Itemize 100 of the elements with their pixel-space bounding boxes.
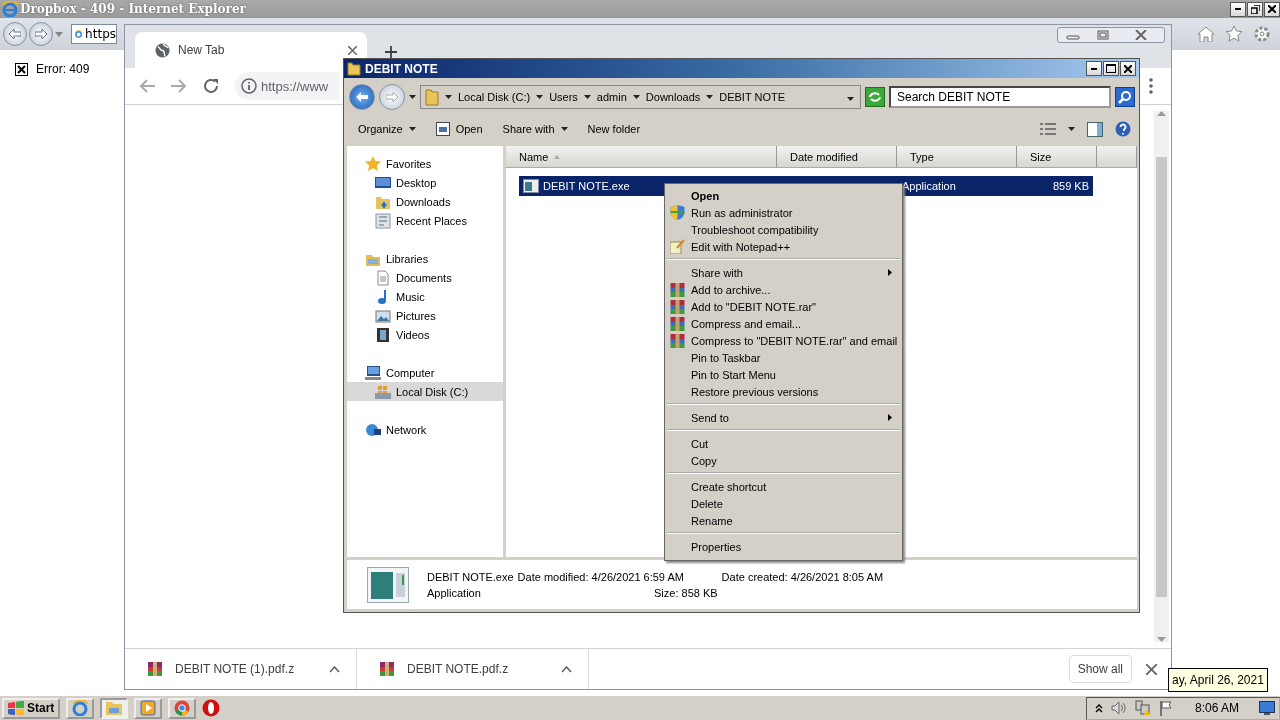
maximize-button[interactable] [1103,61,1119,76]
search-button[interactable] [1115,87,1135,107]
nav-item[interactable]: Desktop [347,173,503,192]
toolbar-button[interactable]: Open [435,122,483,136]
menu-item[interactable]: Copy [667,452,900,469]
minimize-button[interactable] [1230,1,1246,17]
restore-button[interactable] [1247,1,1263,17]
menu-icon[interactable] [1149,78,1153,94]
close-button[interactable] [1264,1,1280,17]
address-bar[interactable]: Local Disk (C:) Users admin Downloads DEBIT NOTE [420,85,861,109]
nav-item[interactable]: Favorites [347,154,503,173]
folder-icon [106,701,123,715]
globe-icon [155,42,170,58]
breadcrumb-item[interactable]: Users [549,91,578,103]
scroll-down-icon[interactable] [1157,637,1166,642]
breadcrumb-item[interactable]: admin [596,91,627,103]
close-icon[interactable] [348,45,357,55]
browser-taskbar-button[interactable] [168,697,197,719]
new-tab-icon[interactable] [385,46,397,58]
created-date: Date created: 4/26/2021 8:05 AM [721,570,884,583]
breadcrumb-item[interactable]: Local Disk (C:) [458,91,531,103]
dropdown-arrow-icon[interactable] [55,31,63,37]
show-all-button[interactable]: Show all [1068,655,1132,683]
browser-taskbar-button[interactable] [66,697,95,719]
menu-item[interactable]: Create shortcut [667,478,900,495]
menu-item[interactable]: Rename [667,512,900,529]
show-desktop-icon[interactable] [1259,701,1275,715]
star-icon[interactable] [1226,26,1242,42]
breadcrumb-item[interactable]: Downloads [645,91,701,103]
toolbar-button[interactable]: New folder [587,123,641,135]
column-header[interactable]: Type [897,146,1017,167]
breadcrumb-item[interactable]: DEBIT NOTE [719,91,786,103]
monitor-icon [375,174,391,191]
download-item[interactable]: DEBIT NOTE (1).pdf.z [125,649,357,689]
toolbar-menu[interactable]: Share with [502,123,568,135]
nav-item[interactable]: Computer [347,363,503,382]
forward-button[interactable] [29,22,53,46]
menu-item[interactable]: Properties [667,538,900,555]
settings-icon[interactable] [1254,26,1270,42]
address-field[interactable]: https://www [235,72,339,100]
column-header[interactable]: Size [1017,146,1097,167]
chevron-up-icon[interactable] [561,665,572,673]
refresh-button[interactable] [865,87,885,107]
clock[interactable]: 8:06 AM [1194,701,1239,715]
nav-item[interactable]: Documents [347,268,503,287]
close-button[interactable] [1120,61,1136,76]
forward-button[interactable] [379,84,405,110]
menu-item[interactable]: Run as administrator [667,204,900,221]
nav-item[interactable]: Network [347,420,503,439]
back-button[interactable] [3,22,27,46]
back-button[interactable] [349,84,375,110]
play-icon [140,700,157,716]
minimize-icon [1235,8,1241,10]
scrollbar[interactable] [1154,111,1169,642]
menu-item[interactable]: Edit with Notepad++ [667,238,900,255]
scroll-up-icon[interactable] [1157,111,1166,116]
address-field[interactable]: https [71,24,117,44]
menu-item[interactable]: Share with [667,264,900,281]
nav-item[interactable]: Downloads [347,192,503,211]
search-field[interactable]: Search DEBIT NOTE [889,86,1111,108]
preview-pane-icon[interactable] [1087,121,1103,137]
start-button[interactable]: Start [2,697,61,719]
minimize-button[interactable] [1086,61,1102,76]
menu-item[interactable]: Delete [667,495,900,512]
info-icon [241,78,257,94]
menu-item[interactable]: Open [667,187,900,204]
nav-item[interactable]: Videos [347,325,503,344]
menu-item[interactable]: Add to archive... [667,281,900,298]
menu-item[interactable]: Send to [667,409,900,426]
menu-item[interactable]: Pin to Taskbar [667,349,900,366]
view-options-icon[interactable] [1040,123,1056,135]
menu-item[interactable]: Add to "DEBIT NOTE.rar" [667,298,900,315]
flag-icon[interactable] [1158,700,1175,716]
nav-item[interactable]: Recent Places [347,211,503,230]
menu-item[interactable]: Pin to Start Menu [667,366,900,383]
column-header[interactable]: Date modified [777,146,897,167]
column-header[interactable]: Name [506,146,777,167]
chevron-up-icon[interactable] [329,665,340,673]
home-icon[interactable] [1198,26,1214,42]
menu-item[interactable]: Compress to "DEBIT NOTE.rar" and email [667,332,900,349]
nav-item[interactable]: Music [347,287,503,306]
help-icon[interactable] [1115,121,1131,137]
menu-item[interactable]: Compress and email... [667,315,900,332]
close-icon[interactable] [1146,663,1157,675]
refresh-icon [868,91,882,103]
download-item[interactable]: DEBIT NOTE.pdf.z [357,649,589,689]
nav-item[interactable]: Local Disk (C:) [347,382,503,401]
breadcrumb-arrow-icon [632,95,640,99]
shield-icon [670,205,685,220]
network-warning-icon[interactable] [1134,700,1151,716]
menu-item[interactable]: Troubleshoot compatibility [667,221,900,238]
speaker-icon[interactable] [1110,701,1127,715]
media-player-taskbar-button[interactable] [134,697,163,719]
nav-item[interactable]: Libraries [347,249,503,268]
menu-item[interactable]: Restore previous versions [667,383,900,400]
toolbar-menu[interactable]: Organize [358,123,416,135]
reload-icon[interactable] [203,78,219,94]
menu-item[interactable]: Cut [667,435,900,452]
chevron-up-icon[interactable] [1094,703,1103,713]
nav-item[interactable]: Pictures [347,306,503,325]
